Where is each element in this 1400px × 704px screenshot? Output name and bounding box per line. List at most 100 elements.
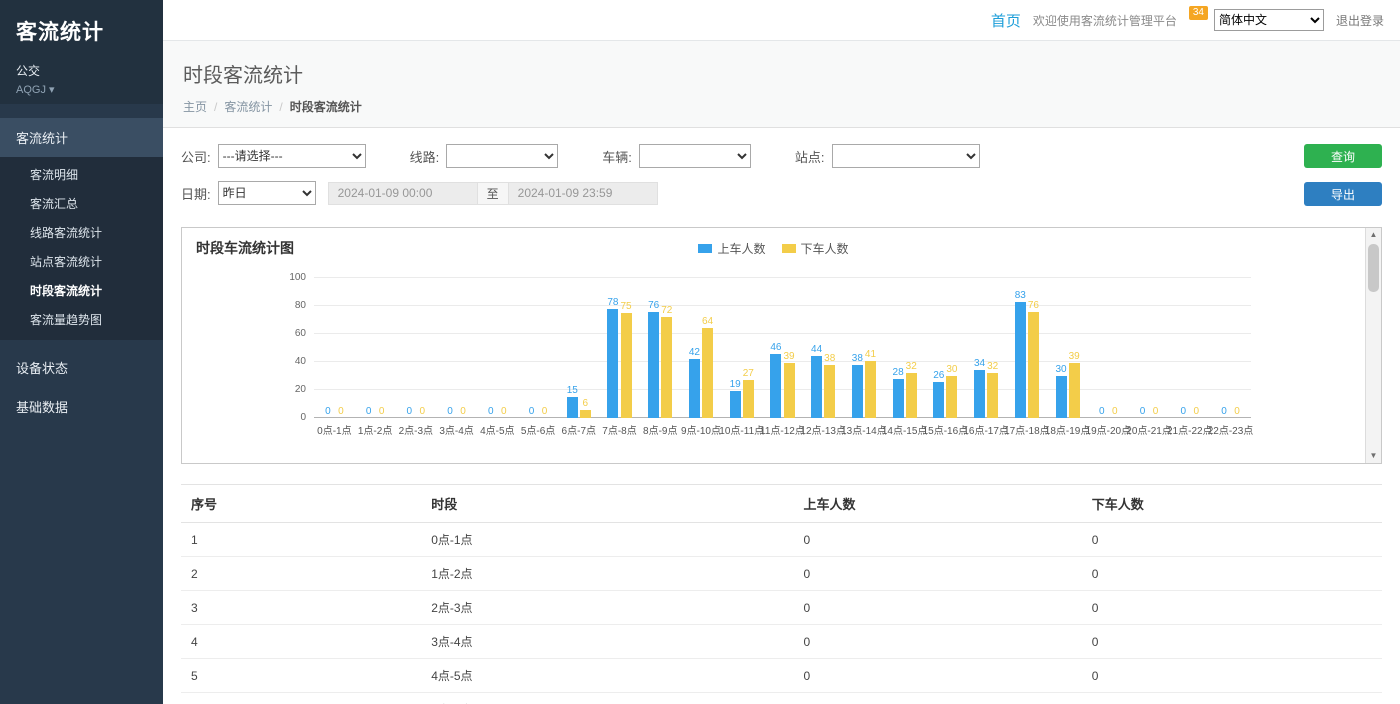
scroll-down-icon[interactable]: ▼	[1370, 452, 1378, 460]
query-button[interactable]: 查询	[1304, 144, 1382, 168]
chart-bar	[661, 317, 672, 418]
page-head: 时段客流统计 主页/客流统计/时段客流统计	[163, 41, 1400, 128]
table-cell: 0	[1082, 591, 1382, 625]
chart-bar-group: 00	[395, 256, 436, 418]
home-link[interactable]: 首页	[991, 10, 1021, 31]
table-row: 32点-3点00	[181, 591, 1382, 625]
chart-bar-column: 0	[376, 256, 387, 418]
legend-item[interactable]: 上车人数	[698, 240, 765, 257]
chart-bar-column: 0	[322, 256, 333, 418]
sidebar-section-passenger-stats[interactable]: 客流统计	[0, 118, 163, 157]
chart-bar-column: 0	[1096, 256, 1107, 418]
time-slot-table: 序号时段上车人数下车人数 10点-1点0021点-2点0032点-3点0043点…	[181, 484, 1382, 704]
sidebar-item[interactable]: 站点客流统计	[0, 247, 163, 276]
page-title: 时段客流统计	[183, 59, 1380, 88]
company-select[interactable]: ---请选择---	[218, 144, 366, 168]
x-axis-tick: 20点-21点	[1129, 422, 1170, 437]
sidebar-section-device-status[interactable]: 设备状态	[0, 348, 163, 387]
date-preset-select[interactable]: 昨日	[218, 181, 316, 205]
x-axis-tick: 4点-5点	[477, 422, 518, 437]
filter-row-2: 日期: 昨日 至	[181, 181, 1272, 205]
bar-value-label: 0	[1181, 406, 1187, 417]
chart-bar-column: 0	[458, 256, 469, 418]
x-axis-tick: 2点-3点	[395, 422, 436, 437]
org-selector[interactable]: AQGJ ▾	[16, 83, 147, 96]
table-header-cell: 序号	[181, 485, 421, 523]
x-axis-tick: 1点-2点	[355, 422, 396, 437]
chart-bar-group: 3432	[966, 256, 1007, 418]
chart-scrollbar[interactable]: ▲ ▼	[1365, 228, 1381, 463]
vehicle-label: 车辆:	[602, 147, 632, 166]
legend-swatch	[782, 244, 796, 253]
chart-bar-column: 30	[946, 256, 957, 418]
sidebar-item[interactable]: 时段客流统计	[0, 276, 163, 305]
topbar: 首页 欢迎使用客流统计管理平台 34 简体中文 退出登录	[163, 0, 1400, 41]
legend-item[interactable]: 下车人数	[782, 240, 849, 257]
bar-value-label: 30	[1055, 364, 1066, 375]
chart-bar-group: 4639	[762, 256, 803, 418]
x-axis-tick-label: 10点-11点	[719, 422, 764, 437]
chart-bar-column: 19	[730, 256, 741, 418]
chart-bar-group: 1927	[721, 256, 762, 418]
company-filter: 公司: ---请选择---	[181, 144, 366, 168]
date-filter: 日期: 昨日	[181, 181, 316, 205]
x-axis-tick-label: 20点-21点	[1126, 422, 1172, 437]
date-label: 日期:	[181, 184, 211, 203]
x-axis-tick: 10点-11点	[721, 422, 762, 437]
export-button[interactable]: 导出	[1304, 182, 1382, 206]
language-select[interactable]: 简体中文	[1214, 9, 1324, 31]
table-cell: 0	[793, 659, 1081, 693]
sidebar-section-base-data[interactable]: 基础数据	[0, 387, 163, 426]
bar-value-label: 28	[893, 367, 904, 378]
date-from-input[interactable]	[328, 182, 478, 205]
sidebar-item[interactable]: 客流量趋势图	[0, 305, 163, 334]
line-select[interactable]	[446, 144, 558, 168]
bar-value-label: 0	[379, 406, 385, 417]
chart-bar-column: 46	[770, 256, 781, 418]
table-cell: 3	[181, 591, 421, 625]
sidebar-item[interactable]: 客流汇总	[0, 189, 163, 218]
x-axis-tick-label: 14点-15点	[882, 422, 928, 437]
x-axis-tick: 8点-9点	[640, 422, 681, 437]
filter-row-1: 公司: ---请选择--- 线路: 车辆:	[181, 144, 1272, 168]
table-row: 21点-2点00	[181, 557, 1382, 591]
x-axis-tick-label: 4点-5点	[480, 422, 514, 437]
date-to-input[interactable]	[508, 182, 658, 205]
chart-bar	[933, 382, 944, 418]
chart-bar	[893, 379, 904, 418]
chart-bar-column: 0	[1137, 256, 1148, 418]
vehicle-select[interactable]	[639, 144, 751, 168]
chart-bar-group: 00	[355, 256, 396, 418]
y-axis-tick-label: 80	[295, 300, 306, 311]
sidebar-item[interactable]: 客流明细	[0, 160, 163, 189]
chart-bar	[1056, 376, 1067, 418]
chart-bar-group: 4264	[681, 256, 722, 418]
chart-bar	[824, 365, 835, 418]
chart-bar-column: 42	[689, 256, 700, 418]
breadcrumb: 主页/客流统计/时段客流统计	[183, 98, 1380, 127]
bar-value-label: 44	[811, 344, 822, 355]
y-axis-tick-label: 40	[295, 356, 306, 367]
sidebar-item[interactable]: 线路客流统计	[0, 218, 163, 247]
breadcrumb-link[interactable]: 客流统计	[224, 98, 272, 115]
chart-bar	[811, 356, 822, 418]
chart-x-axis-labels: 0点-1点1点-2点2点-3点3点-4点4点-5点5点-6点6点-7点7点-8点…	[314, 422, 1251, 437]
station-select[interactable]	[832, 144, 980, 168]
chart-bar-column: 0	[526, 256, 537, 418]
x-axis-tick: 19点-20点	[1088, 422, 1129, 437]
logout-link[interactable]: 退出登录	[1336, 12, 1384, 29]
scrollbar-thumb[interactable]	[1368, 244, 1379, 292]
company-label: 公司:	[181, 147, 211, 166]
station-filter: 站点:	[795, 144, 980, 168]
scroll-up-icon[interactable]: ▲	[1370, 231, 1378, 239]
chart-bar-column: 0	[417, 256, 428, 418]
breadcrumb-link[interactable]: 主页	[183, 98, 207, 115]
bar-value-label: 0	[1153, 406, 1159, 417]
chart-bar-column: 41	[865, 256, 876, 418]
notification-badge[interactable]: 34	[1189, 6, 1208, 20]
bar-value-label: 27	[743, 368, 754, 379]
bar-value-label: 76	[648, 300, 659, 311]
x-axis-tick-label: 5点-6点	[521, 422, 555, 437]
chart-bar	[580, 410, 591, 418]
x-axis-tick: 17点-18点	[1006, 422, 1047, 437]
